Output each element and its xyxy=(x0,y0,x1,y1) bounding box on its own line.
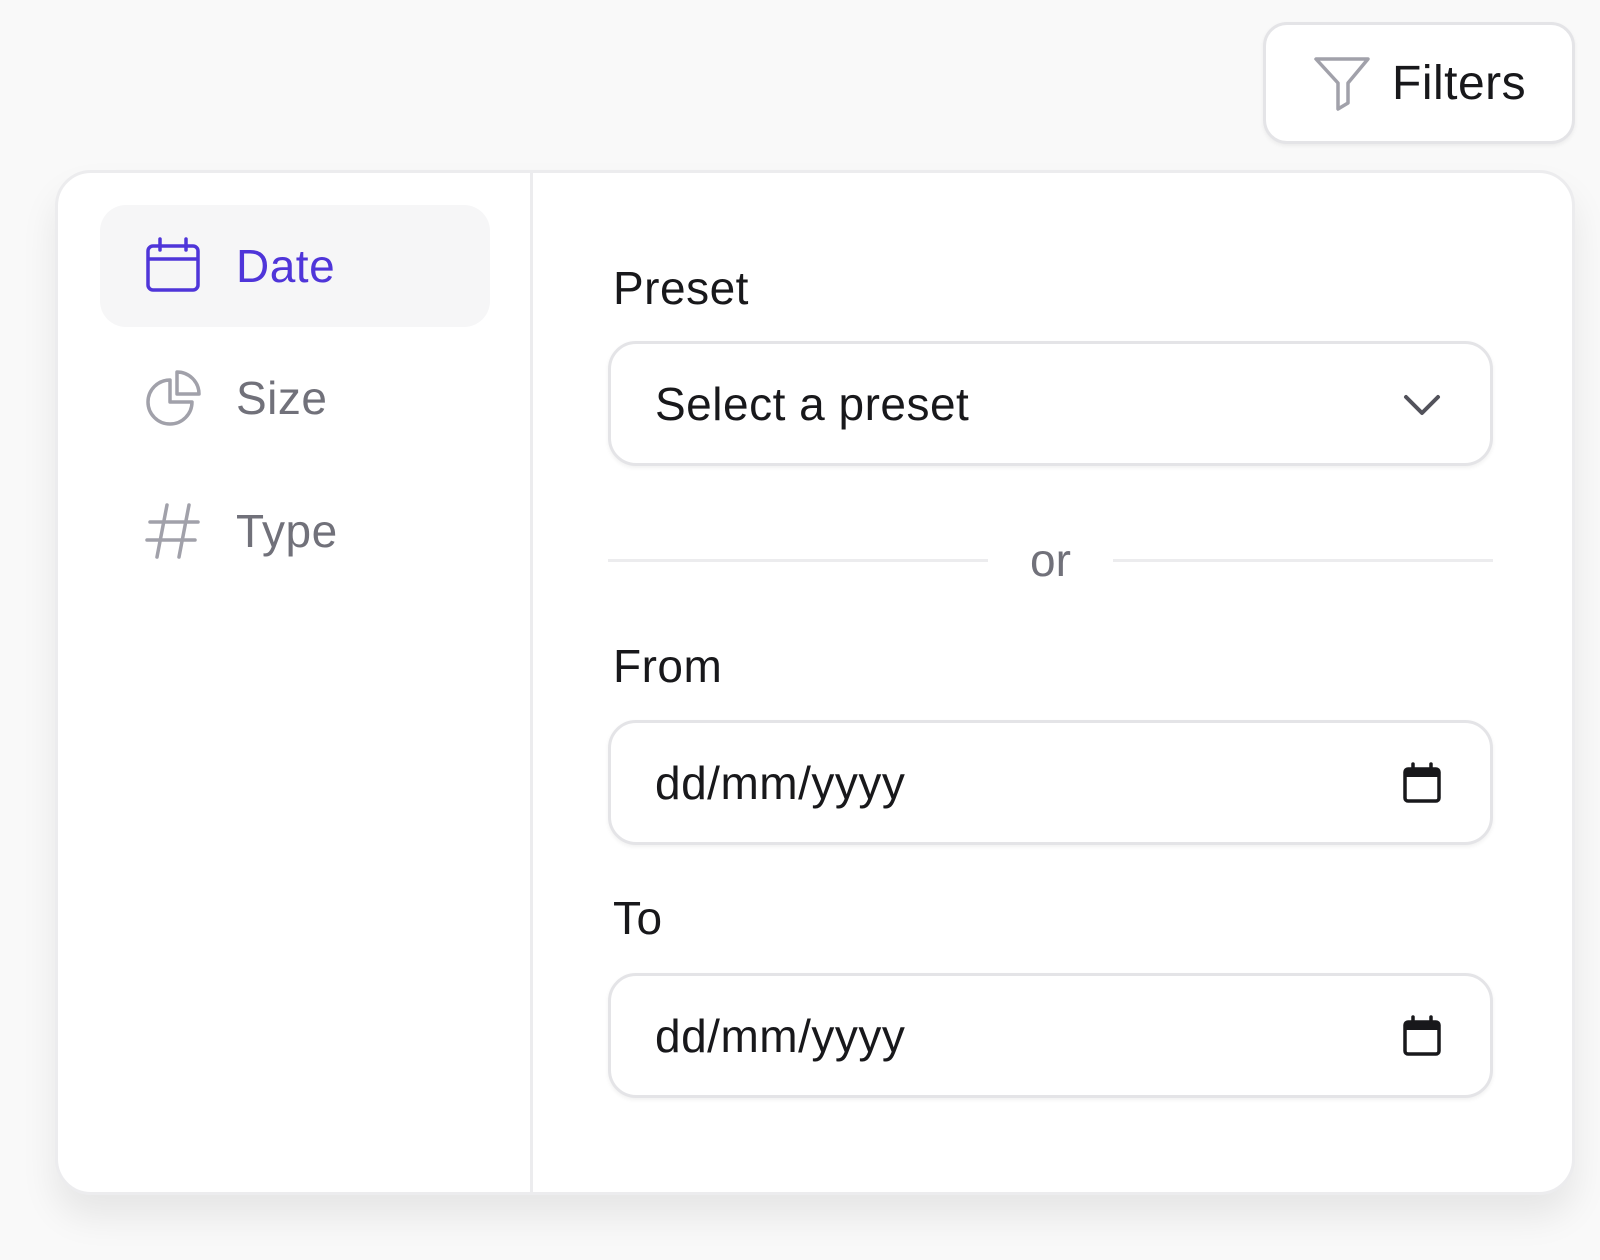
from-date-value: dd/mm/yyyy xyxy=(655,756,906,809)
divider-line xyxy=(1112,558,1493,562)
funnel-icon xyxy=(1310,51,1374,115)
calendar-picker-icon[interactable] xyxy=(1398,1012,1446,1060)
preset-label: Preset xyxy=(613,262,749,314)
date-filter-form: Preset Select a preset or From dd/mm/yyy… xyxy=(608,173,1498,1192)
filters-button[interactable]: Filters xyxy=(1263,22,1575,144)
sidebar-item-label: Date xyxy=(236,240,336,292)
filter-panel: Date Size Type Preset Select a preset or… xyxy=(55,170,1575,1195)
preset-select-value: Select a preset xyxy=(655,377,970,430)
filter-sidebar: Date Size Type xyxy=(58,173,533,1192)
to-label: To xyxy=(613,892,663,944)
from-label: From xyxy=(613,640,723,692)
sidebar-item-label: Size xyxy=(236,372,328,424)
or-divider: or xyxy=(608,530,1493,590)
divider-line xyxy=(608,558,989,562)
preset-select[interactable]: Select a preset xyxy=(608,341,1493,466)
to-date-input[interactable]: dd/mm/yyyy xyxy=(608,973,1493,1098)
calendar-picker-icon[interactable] xyxy=(1398,759,1446,807)
from-date-input[interactable]: dd/mm/yyyy xyxy=(608,720,1493,845)
to-date-value: dd/mm/yyyy xyxy=(655,1009,906,1062)
sidebar-item-label: Type xyxy=(236,505,338,557)
chevron-down-icon xyxy=(1398,380,1446,428)
calendar-icon xyxy=(144,237,202,295)
sidebar-item-date[interactable]: Date xyxy=(100,205,490,327)
divider-text: or xyxy=(1030,534,1071,586)
hash-icon xyxy=(144,502,202,560)
pie-chart-icon xyxy=(144,369,202,427)
filters-label: Filters xyxy=(1392,56,1527,110)
sidebar-item-type[interactable]: Type xyxy=(100,470,490,592)
sidebar-item-size[interactable]: Size xyxy=(100,337,490,459)
